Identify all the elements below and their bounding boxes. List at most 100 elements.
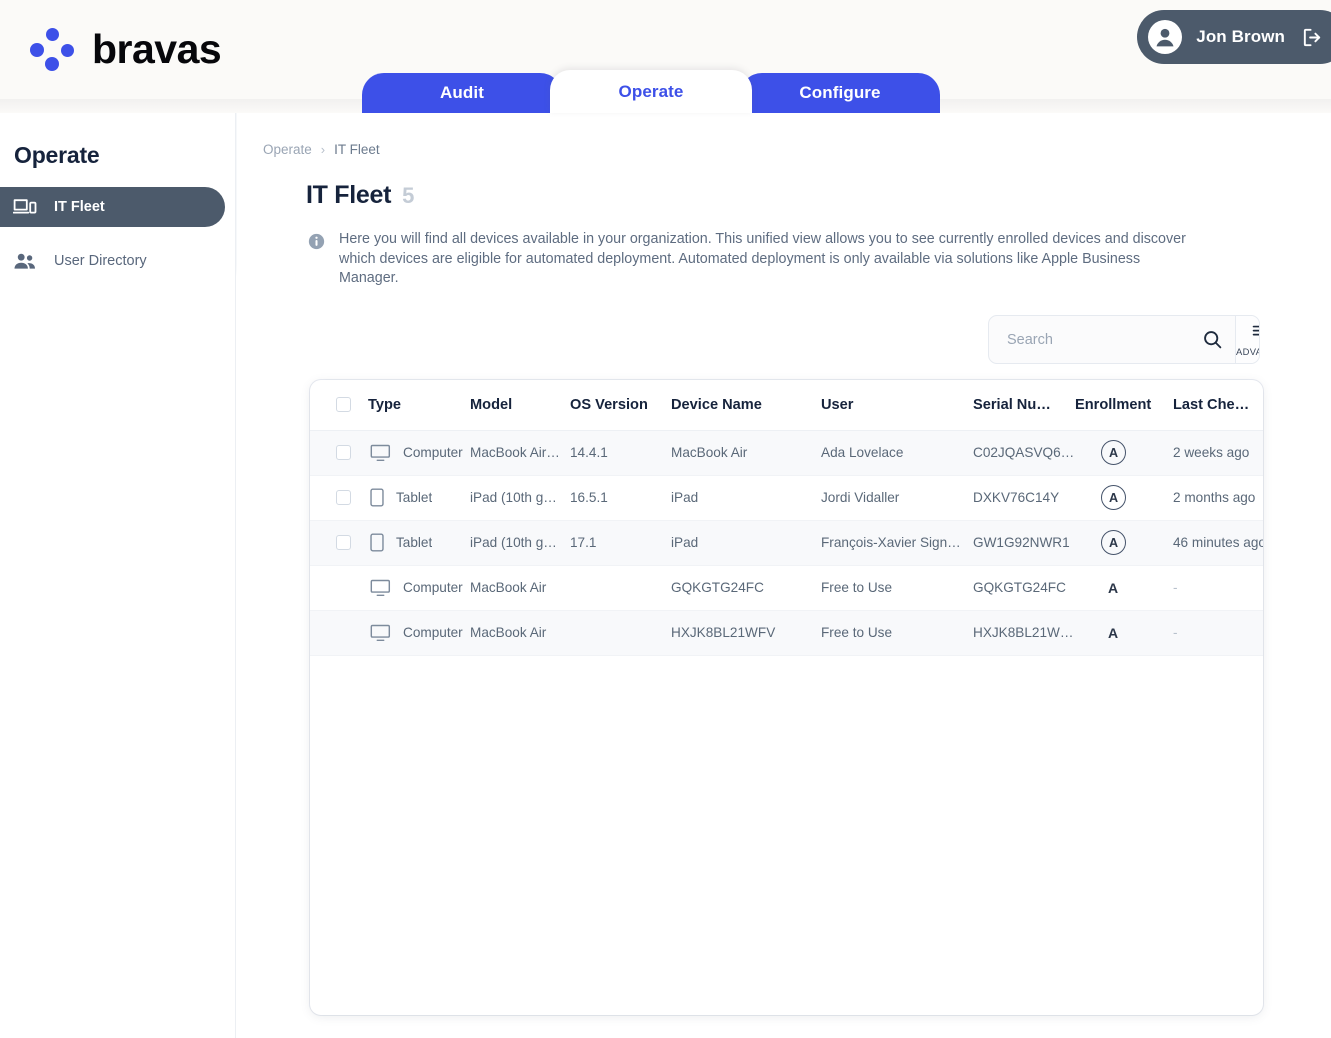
sidebar-item-it-fleet[interactable]: IT Fleet xyxy=(0,187,225,227)
cell-serial: GQKGTG24FC xyxy=(973,565,1075,611)
cell-last-checkin: 2 weeks ago xyxy=(1173,430,1263,476)
user-avatar-icon xyxy=(1148,20,1183,54)
it-fleet-table-card: Type Model OS Version Device Name User S… xyxy=(310,380,1263,1015)
cell-enrollment: A xyxy=(1075,610,1173,656)
cell-enrollment: A xyxy=(1075,565,1173,611)
cell-last-checkin: - xyxy=(1173,565,1263,611)
breadcrumb-parent[interactable]: Operate xyxy=(263,142,312,157)
row-select-cell xyxy=(310,520,368,566)
cell-user: François-Xavier Sign… xyxy=(821,520,973,566)
bravas-dots-logo-icon xyxy=(30,27,78,71)
cell-model: MacBook Air xyxy=(470,565,570,611)
column-header-user[interactable]: User xyxy=(821,380,973,431)
sidebar: Operate IT Fleet User Directory xyxy=(0,113,236,1038)
enrollment-badge: A xyxy=(1101,440,1126,465)
tablet-icon xyxy=(370,533,384,552)
cell-enrollment: A xyxy=(1075,475,1173,521)
info-text: Here you will find all devices available… xyxy=(339,231,1186,287)
cell-os-version: 17.1 xyxy=(570,520,671,566)
table-row[interactable]: Computer MacBook Air GQKGTG24FC Free to Use… xyxy=(310,565,1263,611)
logout-icon[interactable] xyxy=(1299,24,1325,50)
cell-last-checkin: 46 minutes ago xyxy=(1173,520,1263,566)
breadcrumb: Operate › IT Fleet xyxy=(263,142,380,157)
cell-os-version: 16.5.1 xyxy=(570,475,671,521)
table-row[interactable]: Tablet iPad (10th g… 16.5.1 iPad Jordi Vidal… xyxy=(310,475,1263,521)
cell-model: iPad (10th g… xyxy=(470,475,570,521)
cell-type: Computer xyxy=(368,430,470,476)
search-icon[interactable] xyxy=(1202,329,1223,350)
advanced-search-button[interactable]: ADVANCED xyxy=(1235,316,1260,363)
info-icon xyxy=(308,233,325,289)
tab-configure[interactable]: Configure xyxy=(740,73,940,113)
tab-operate[interactable]: Operate xyxy=(550,70,752,113)
filter-search-icon xyxy=(1252,323,1259,345)
row-checkbox[interactable] xyxy=(336,490,351,505)
enrollment-badge: A xyxy=(1108,624,1119,641)
cell-os-version xyxy=(570,565,671,611)
computer-icon xyxy=(370,579,391,597)
table-row[interactable]: Tablet iPad (10th g… 17.1 iPad François-Xavi… xyxy=(310,520,1263,566)
cell-device-name: HXJK8BL21WFV xyxy=(671,610,821,656)
column-header-model[interactable]: Model xyxy=(470,380,570,431)
row-checkbox[interactable] xyxy=(336,445,351,460)
cell-device-name: iPad xyxy=(671,475,821,521)
cell-last-checkin: - xyxy=(1173,610,1263,656)
type-label: Computer xyxy=(403,445,463,460)
table-row[interactable]: Computer MacBook Air… 14.4.1 MacBook Air Ada… xyxy=(310,430,1263,476)
cell-os-version: 14.4.1 xyxy=(570,430,671,476)
cell-model: iPad (10th g… xyxy=(470,520,570,566)
cell-model: MacBook Air… xyxy=(470,430,570,476)
main-content: Operate › IT Fleet IT Fleet 5 Here you w… xyxy=(236,113,1331,1038)
enrollment-badge: A xyxy=(1108,579,1119,596)
column-header-enrollment[interactable]: Enrollment xyxy=(1075,380,1173,431)
sidebar-item-user-directory[interactable]: User Directory xyxy=(0,241,225,281)
table-header-row: Type Model OS Version Device Name User S… xyxy=(310,380,1263,431)
top-header: bravas Audit Operate Configure Jon Brown xyxy=(0,0,1331,113)
select-all-checkbox[interactable] xyxy=(336,397,351,413)
cell-type: Tablet xyxy=(368,520,470,566)
cell-serial: C02JQASVQ6… xyxy=(973,430,1075,476)
row-select-cell xyxy=(310,610,368,656)
type-label: Tablet xyxy=(396,490,433,505)
enrollment-badge: A xyxy=(1101,485,1126,510)
cell-user: Jordi Vidaller xyxy=(821,475,973,521)
search-input[interactable] xyxy=(1007,331,1194,348)
cell-enrollment: A xyxy=(1075,430,1173,476)
row-select-cell xyxy=(310,565,368,611)
enrollment-badge: A xyxy=(1101,530,1126,555)
computer-icon xyxy=(370,624,391,642)
user-name-label: Jon Brown xyxy=(1196,27,1285,46)
tablet-icon xyxy=(370,488,384,507)
breadcrumb-current[interactable]: IT Fleet xyxy=(334,142,380,157)
advanced-label: ADVANCED xyxy=(1236,345,1260,357)
search-bar: ADVANCED xyxy=(988,315,1260,364)
type-label: Tablet xyxy=(396,535,433,550)
user-profile-pill[interactable]: Jon Brown xyxy=(1137,10,1331,64)
column-header-last-checkin[interactable]: Last Che… xyxy=(1173,380,1263,431)
cell-last-checkin: 2 months ago xyxy=(1173,475,1263,521)
cell-type: Tablet xyxy=(368,475,470,521)
row-select-cell xyxy=(310,430,368,476)
main-nav-tabs: Audit Operate Configure xyxy=(362,70,940,113)
breadcrumb-separator-icon: › xyxy=(320,142,326,157)
cell-user: Ada Lovelace xyxy=(821,430,973,476)
cell-model: MacBook Air xyxy=(470,610,570,656)
cell-serial: GW1G92NWR1 xyxy=(973,520,1075,566)
brand-logo[interactable]: bravas xyxy=(30,25,222,72)
cell-serial: DXKV76C14Y xyxy=(973,475,1075,521)
column-header-serial[interactable]: Serial Nu… xyxy=(973,380,1075,431)
sidebar-item-label: User Directory xyxy=(54,253,147,269)
column-header-type[interactable]: Type xyxy=(368,380,470,431)
column-header-device-name[interactable]: Device Name xyxy=(671,380,821,431)
table-body: Computer MacBook Air… 14.4.1 MacBook Air Ada… xyxy=(310,430,1263,656)
type-label: Computer xyxy=(403,625,463,640)
table-row[interactable]: Computer MacBook Air HXJK8BL21WFV Free to U… xyxy=(310,610,1263,656)
column-header-os-version[interactable]: OS Version xyxy=(570,380,671,431)
computer-icon xyxy=(370,444,391,462)
table-head: Type Model OS Version Device Name User S… xyxy=(310,380,1263,431)
row-select-cell xyxy=(310,475,368,521)
cell-user: Free to Use xyxy=(821,610,973,656)
brand-name: bravas xyxy=(92,25,222,72)
row-checkbox[interactable] xyxy=(336,535,351,550)
tab-audit[interactable]: Audit xyxy=(362,73,562,113)
